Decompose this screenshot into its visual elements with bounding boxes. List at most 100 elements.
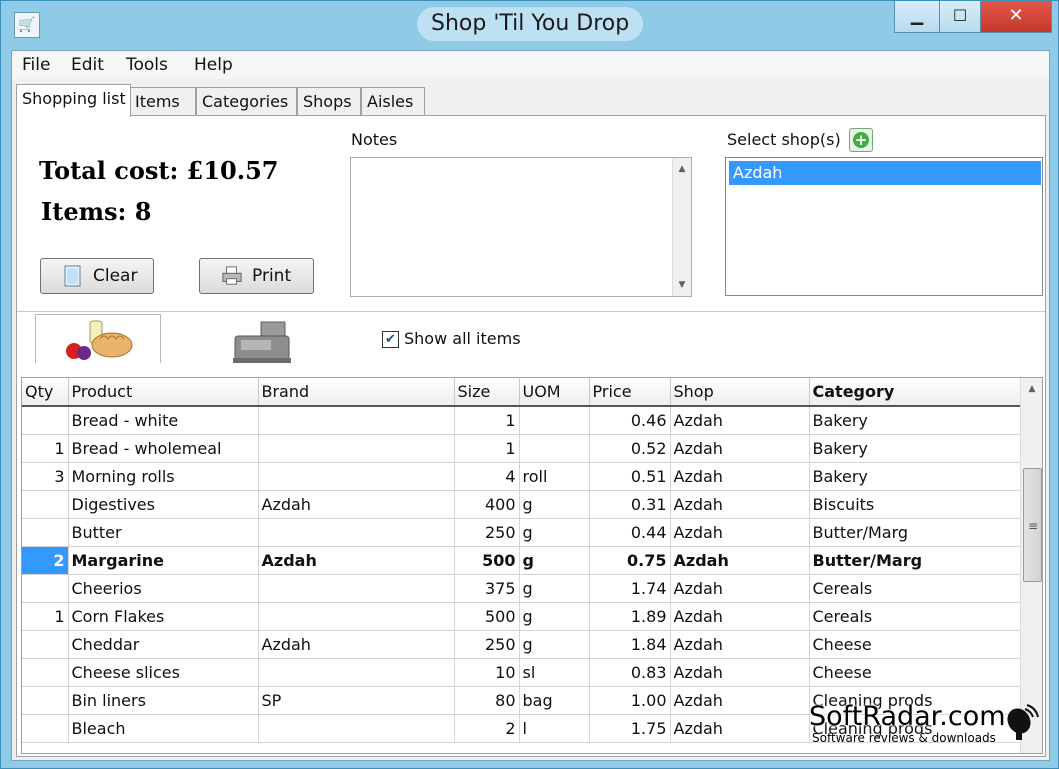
notes-textarea[interactable]: ▲ ▼ xyxy=(350,157,692,297)
cell-brand[interactable] xyxy=(258,518,455,547)
tab-aisles[interactable]: Aisles xyxy=(361,87,425,115)
notes-scrollbar[interactable]: ▲ ▼ xyxy=(672,158,691,296)
cell-product[interactable]: Butter xyxy=(68,518,259,547)
cell-shop[interactable]: Azdah xyxy=(670,518,810,547)
tab-items[interactable]: Items xyxy=(129,87,196,115)
print-button[interactable]: Print xyxy=(199,258,314,294)
col-header-category[interactable]: Category xyxy=(809,378,1021,407)
close-button[interactable]: ✕ xyxy=(980,1,1052,33)
cell-qty[interactable]: 2 xyxy=(22,546,69,575)
grid-scroll-thumb[interactable]: ≡ xyxy=(1023,468,1042,582)
checkbox-check-icon[interactable]: ✔ xyxy=(382,331,399,348)
cell-size[interactable]: 375 xyxy=(454,574,520,603)
cell-qty[interactable] xyxy=(22,686,69,715)
table-row[interactable]: 2 Margarine Azdah 500 g 0.75 Azdah Butter/Marg xyxy=(22,546,1021,575)
cell-uom[interactable]: g xyxy=(519,546,590,575)
cell-brand[interactable] xyxy=(258,602,455,631)
title-bar[interactable]: 🛒 Shop 'Til You Drop ▁ ☐ ✕ xyxy=(1,1,1058,49)
scroll-up-arrow-icon[interactable]: ▲ xyxy=(673,164,691,174)
cell-price[interactable]: 1.75 xyxy=(589,714,671,743)
cell-uom[interactable] xyxy=(519,434,590,463)
cell-shop[interactable]: Azdah xyxy=(670,434,810,463)
cell-size[interactable]: 2 xyxy=(454,714,520,743)
cell-qty[interactable] xyxy=(22,490,69,519)
col-header-qty[interactable]: Qty xyxy=(22,378,69,407)
cell-category[interactable]: Cheese xyxy=(809,658,1021,687)
cell-category[interactable]: Cheese xyxy=(809,630,1021,659)
cell-price[interactable]: 1.00 xyxy=(589,686,671,715)
cell-product[interactable]: Bleach xyxy=(68,714,259,743)
col-header-size[interactable]: Size xyxy=(454,378,520,407)
table-row[interactable]: Digestives Azdah 400 g 0.31 Azdah Biscuits xyxy=(22,490,1021,519)
cell-brand[interactable]: Azdah xyxy=(258,630,455,659)
col-header-shop[interactable]: Shop xyxy=(670,378,810,407)
col-header-price[interactable]: Price xyxy=(589,378,671,407)
cell-size[interactable]: 250 xyxy=(454,630,520,659)
tab-shops[interactable]: Shops xyxy=(297,87,361,115)
cell-uom[interactable]: roll xyxy=(519,462,590,491)
cell-shop[interactable]: Azdah xyxy=(670,574,810,603)
table-row[interactable]: Bread - white 1 0.46 Azdah Bakery xyxy=(22,406,1021,435)
cell-brand[interactable] xyxy=(258,462,455,491)
table-row[interactable]: 1 Bread - wholemeal 1 0.52 Azdah Bakery xyxy=(22,434,1021,463)
col-header-product[interactable]: Product xyxy=(68,378,259,407)
cell-category[interactable]: Bakery xyxy=(809,434,1021,463)
cell-uom[interactable]: g xyxy=(519,602,590,631)
cell-uom[interactable]: sl xyxy=(519,658,590,687)
cell-product[interactable]: Digestives xyxy=(68,490,259,519)
cell-price[interactable]: 0.75 xyxy=(589,546,671,575)
cell-size[interactable]: 500 xyxy=(454,602,520,631)
cell-shop[interactable]: Azdah xyxy=(670,602,810,631)
menu-help[interactable]: Help xyxy=(194,55,233,75)
cell-brand[interactable] xyxy=(258,658,455,687)
cell-brand[interactable] xyxy=(258,714,455,743)
cell-shop[interactable]: Azdah xyxy=(670,630,810,659)
view-tab-shopping-items[interactable] xyxy=(35,314,161,363)
cell-price[interactable]: 0.31 xyxy=(589,490,671,519)
menu-edit[interactable]: Edit xyxy=(71,55,104,75)
cell-brand[interactable] xyxy=(258,434,455,463)
cell-qty[interactable] xyxy=(22,574,69,603)
cell-product[interactable]: Bread - wholemeal xyxy=(68,434,259,463)
tab-categories[interactable]: Categories xyxy=(196,87,297,115)
table-row[interactable]: Cheerios 375 g 1.74 Azdah Cereals xyxy=(22,574,1021,603)
cell-uom[interactable] xyxy=(519,406,590,435)
cell-qty[interactable] xyxy=(22,658,69,687)
cell-product[interactable]: Bin liners xyxy=(68,686,259,715)
cell-product[interactable]: Margarine xyxy=(68,546,259,575)
view-tab-checkout[interactable] xyxy=(231,320,301,364)
cell-shop[interactable]: Azdah xyxy=(670,658,810,687)
add-shop-button[interactable]: + xyxy=(849,128,873,152)
cell-shop[interactable]: Azdah xyxy=(670,462,810,491)
cell-qty[interactable]: 3 xyxy=(22,462,69,491)
cell-uom[interactable]: g xyxy=(519,574,590,603)
clear-button[interactable]: Clear xyxy=(40,258,154,294)
maximize-button[interactable]: ☐ xyxy=(939,1,981,33)
menu-file[interactable]: File xyxy=(22,55,50,75)
cell-size[interactable]: 500 xyxy=(454,546,520,575)
cell-qty[interactable]: 1 xyxy=(22,602,69,631)
cell-shop[interactable]: Azdah xyxy=(670,686,810,715)
cell-product[interactable]: Morning rolls xyxy=(68,462,259,491)
cell-product[interactable]: Cheddar xyxy=(68,630,259,659)
cell-shop[interactable]: Azdah xyxy=(670,546,810,575)
menu-tools[interactable]: Tools xyxy=(126,55,168,75)
cell-brand[interactable] xyxy=(258,574,455,603)
tab-shopping-list[interactable]: Shopping list xyxy=(16,84,131,117)
table-row[interactable]: 3 Morning rolls 4 roll 0.51 Azdah Bakery xyxy=(22,462,1021,491)
cell-shop[interactable]: Azdah xyxy=(670,714,810,743)
cart-icon[interactable]: 🛒 xyxy=(14,12,40,38)
cell-price[interactable]: 0.83 xyxy=(589,658,671,687)
cell-price[interactable]: 0.52 xyxy=(589,434,671,463)
cell-uom[interactable]: g xyxy=(519,518,590,547)
cell-category[interactable]: Butter/Marg xyxy=(809,546,1021,575)
cell-category[interactable]: Butter/Marg xyxy=(809,518,1021,547)
cell-size[interactable]: 400 xyxy=(454,490,520,519)
cell-shop[interactable]: Azdah xyxy=(670,490,810,519)
cell-size[interactable]: 1 xyxy=(454,434,520,463)
scroll-down-arrow-icon[interactable]: ▼ xyxy=(673,280,691,290)
cell-category[interactable]: Cereals xyxy=(809,602,1021,631)
cell-category[interactable]: Bakery xyxy=(809,406,1021,435)
cell-product[interactable]: Bread - white xyxy=(68,406,259,435)
cell-category[interactable]: Cereals xyxy=(809,574,1021,603)
